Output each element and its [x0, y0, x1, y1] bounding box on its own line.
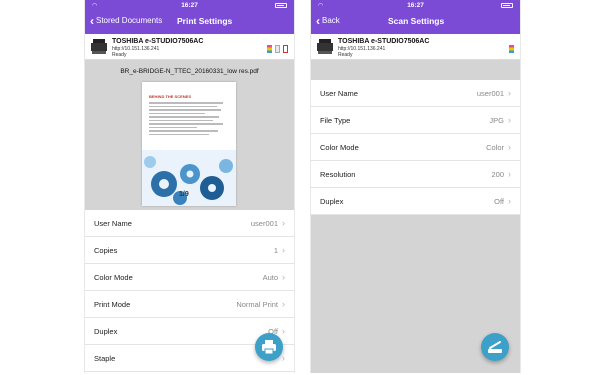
setting-label: Color Mode: [320, 142, 359, 152]
status-time: 16:27: [407, 2, 424, 9]
setting-row-color-mode[interactable]: Color Mode Color ›: [311, 134, 520, 161]
page-heading: BEHIND THE SCENES: [149, 94, 192, 99]
nav-header: ◠ 16:27 ‹ Stored Documents Print Setting…: [85, 0, 294, 34]
setting-row-resolution[interactable]: Resolution 200 ›: [311, 161, 520, 188]
setting-label: User Name: [320, 88, 358, 98]
scan-settings-screen: ◠ 16:27 ‹ Back Scan Settings TOSHIBA e-S…: [310, 0, 521, 373]
chevron-left-icon: ‹: [90, 13, 94, 28]
setting-value: Normal Print: [236, 299, 278, 309]
chevron-right-icon: ›: [282, 245, 285, 255]
setting-value: user001: [476, 88, 504, 98]
nav-header: ◠ 16:27 ‹ Back Scan Settings: [311, 0, 520, 34]
back-label: Back: [322, 16, 340, 25]
setting-label: Staple: [94, 353, 116, 363]
setting-label: Copies: [94, 245, 118, 255]
battery-icon: [501, 3, 513, 8]
page-thumbnail[interactable]: BEHIND THE SCENES: [142, 82, 236, 206]
print-button[interactable]: [255, 333, 283, 361]
setting-value: Off: [494, 196, 504, 206]
setting-row-file-type[interactable]: File Type JPG ›: [311, 107, 520, 134]
setting-label: Duplex: [320, 196, 344, 206]
setting-value: 1: [273, 245, 278, 255]
page-indicator: 1/9: [179, 191, 189, 198]
device-name: TOSHIBA e-STUDIO7506AC: [112, 38, 204, 45]
chevron-right-icon: ›: [282, 326, 285, 336]
mfp-device-icon: [317, 39, 333, 54]
print-settings-screen: ◠ 16:27 ‹ Stored Documents Print Setting…: [84, 0, 295, 373]
setting-row-color-mode[interactable]: Color Mode Auto ›: [85, 264, 294, 291]
setting-value: Color: [486, 142, 504, 152]
gears-illustration: [142, 150, 236, 206]
scanner-icon: [488, 341, 502, 353]
chevron-right-icon: ›: [282, 272, 285, 282]
setting-label: Print Mode: [94, 299, 131, 309]
setting-row-duplex[interactable]: Duplex Off ›: [311, 188, 520, 215]
page-title: Print Settings: [177, 16, 233, 26]
scan-settings-list: User Name user001 › File Type JPG › Colo…: [311, 80, 520, 215]
page-title: Scan Settings: [388, 16, 445, 26]
setting-row-print-mode[interactable]: Print Mode Normal Print ›: [85, 291, 294, 318]
chevron-right-icon: ›: [508, 196, 511, 206]
setting-value: JPG: [489, 115, 504, 125]
back-button[interactable]: ‹ Back: [316, 13, 340, 28]
chevron-right-icon: ›: [282, 353, 285, 363]
setting-value: user001: [250, 218, 278, 228]
device-info[interactable]: TOSHIBA e-STUDIO7506AC http://10.151.136…: [85, 34, 294, 60]
setting-label: Color Mode: [94, 272, 133, 282]
toner-level-icon: [267, 45, 288, 53]
printer-icon: [262, 340, 276, 355]
back-button[interactable]: ‹ Stored Documents: [90, 13, 163, 28]
document-preview[interactable]: BR_e-BRIDGE-N_TTEC_20160331_low res.pdf …: [85, 60, 294, 210]
device-name: TOSHIBA e-STUDIO7506AC: [338, 38, 430, 45]
setting-label: Duplex: [94, 326, 118, 336]
scan-button[interactable]: [481, 333, 509, 361]
setting-value: 200: [491, 169, 504, 179]
setting-row-copies[interactable]: Copies 1 ›: [85, 237, 294, 264]
setting-label: Resolution: [320, 169, 356, 179]
chevron-right-icon: ›: [508, 88, 511, 98]
page-text-lines: [149, 102, 229, 137]
back-label: Stored Documents: [96, 16, 163, 25]
setting-value: Auto: [262, 272, 278, 282]
chevron-right-icon: ›: [282, 218, 285, 228]
setting-label: User Name: [94, 218, 132, 228]
document-name: BR_e-BRIDGE-N_TTEC_20160331_low res.pdf: [120, 68, 259, 75]
chevron-right-icon: ›: [508, 115, 511, 125]
chevron-right-icon: ›: [508, 142, 511, 152]
device-info[interactable]: TOSHIBA e-STUDIO7506AC http://10.151.136…: [311, 34, 520, 60]
mfp-device-icon: [91, 39, 107, 54]
toner-level-icon: [509, 45, 514, 53]
setting-row-user-name[interactable]: User Name user001 ›: [311, 80, 520, 107]
setting-row-user-name[interactable]: User Name user001 ›: [85, 210, 294, 237]
chevron-left-icon: ‹: [316, 13, 320, 28]
chevron-right-icon: ›: [508, 169, 511, 179]
battery-icon: [275, 3, 287, 8]
chevron-right-icon: ›: [282, 299, 285, 309]
device-status: Ready: [338, 52, 353, 58]
setting-label: File Type: [320, 115, 351, 125]
spacer: [311, 60, 520, 80]
status-time: 16:27: [181, 2, 198, 9]
device-status: Ready: [112, 52, 127, 58]
